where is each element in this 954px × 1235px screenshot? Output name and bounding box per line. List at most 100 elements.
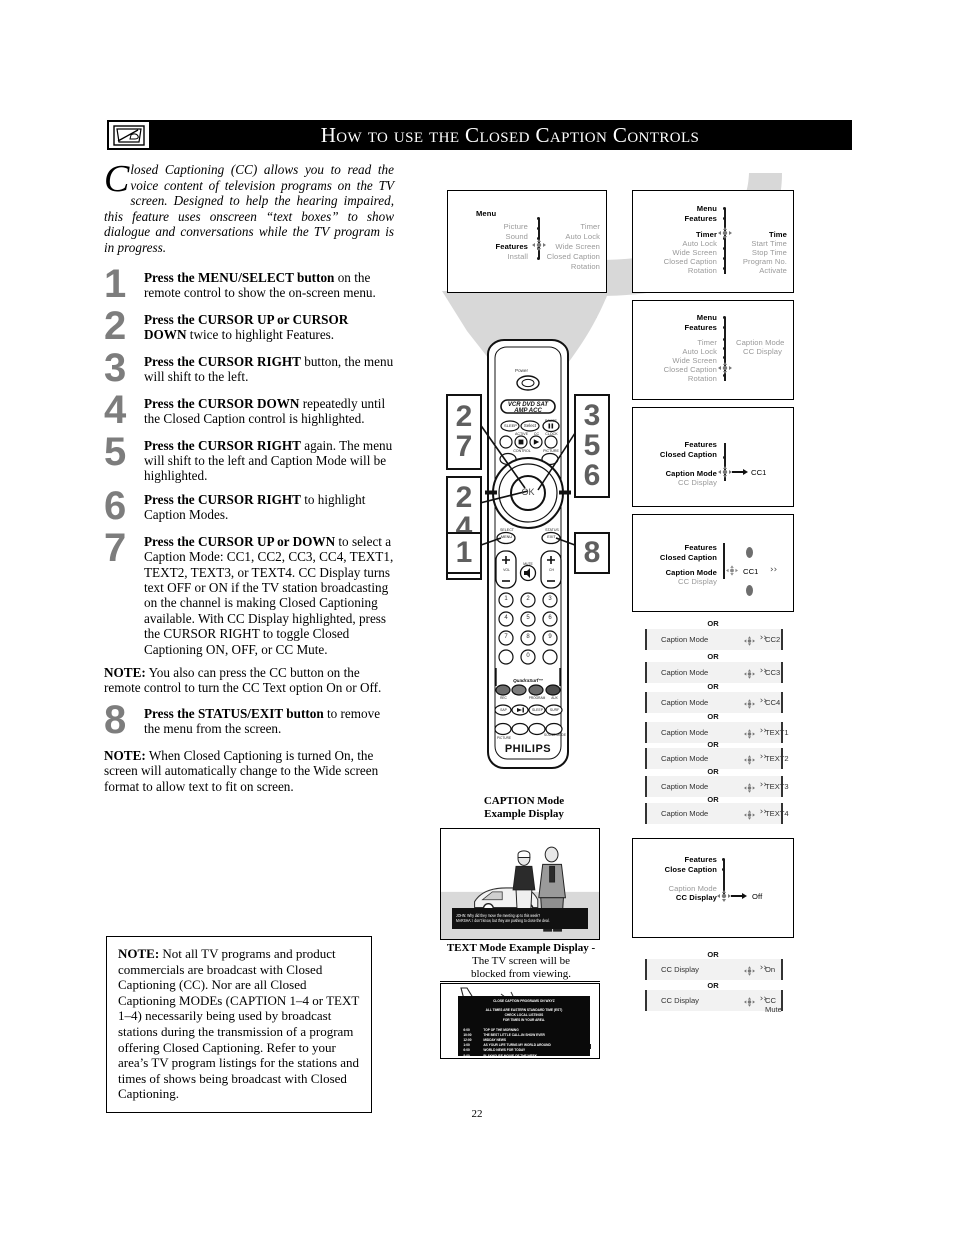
caption-mode-strip-cc3[interactable]: Caption Mode CC3 ››: [645, 662, 783, 683]
remote-picture-label: PICTURE: [543, 449, 559, 453]
double-arrow-icon: ››: [759, 696, 767, 706]
text-screen-subheading3: FOR TIMES IN YOUR AREA.: [502, 1018, 546, 1023]
osd-value-off: Off: [752, 892, 763, 901]
text-example-title-line2: The TV screen will be: [472, 955, 570, 967]
remote-select-label: Select: [523, 423, 537, 428]
note-label: NOTE:: [104, 747, 146, 763]
remote-sleep2-label: SLEEP: [532, 708, 543, 712]
divider: [440, 981, 600, 982]
boxed-note-text: Not all TV programs and product commerci…: [118, 946, 360, 1102]
remote-mute-label: MUTE: [523, 562, 533, 566]
osd-sub-activate: Activate: [759, 266, 787, 275]
step-text: Press the MENU/SELECT button on the remo…: [144, 270, 394, 301]
step-bold: Press the CURSOR RIGHT: [144, 353, 301, 369]
step-number: 5: [104, 429, 127, 474]
osd-value-cc1: CC1: [743, 567, 759, 576]
step-6: 6 Press the CURSOR RIGHT to highlight Ca…: [104, 486, 394, 526]
boxed-note: NOTE: Not all TV programs and product co…: [106, 936, 372, 1113]
step-5: 5 Press the CURSOR RIGHT again. The menu…: [104, 432, 394, 484]
caption-mode-strip-cc4[interactable]: Caption Mode CC4 ››: [645, 692, 783, 713]
callout-line: 5: [583, 429, 601, 462]
or-separator: OR: [707, 981, 719, 990]
step-2: 2 Press the CURSOR UP or CURSOR DOWN twi…: [104, 306, 394, 346]
text-example-title: TEXT Mode Example Display - The TV scree…: [436, 942, 606, 981]
nav-pad-icon: [744, 807, 755, 825]
osd-crumb-features: Features: [684, 323, 717, 332]
or-separator: OR: [707, 682, 719, 691]
step-7: 7 Press the CURSOR UP or DOWN to select …: [104, 528, 394, 657]
nav-pad-icon: [744, 633, 755, 651]
caption-mode-strip-text4[interactable]: Caption Mode TEXT4 ››: [645, 803, 789, 825]
remote-sleep-label: SLEEP: [504, 423, 517, 428]
or-separator: OR: [707, 652, 719, 661]
remote-key-6: 6: [548, 615, 552, 621]
cc-display-strip-ccmute[interactable]: CC Display CC Mute ››: [645, 990, 783, 1014]
strip-value: CC Mute: [765, 996, 782, 1014]
step-rest: twice to highlight Features.: [186, 326, 335, 342]
osd-crumb-features: Features: [684, 440, 717, 449]
nav-pad-icon: [744, 963, 755, 981]
remote-key-9: 9: [548, 634, 552, 640]
osd-item-ccdisplay: CC Display: [675, 893, 717, 902]
osd-screen-features: Menu Features Timer Auto Lock Wide Scree…: [632, 190, 794, 293]
callout-line: 1: [455, 536, 473, 569]
osd-screen-cc-display-off: Features Close Caption Caption Mode CC D…: [632, 838, 794, 938]
nav-pad-icon: [726, 565, 739, 578]
step-number: 3: [104, 345, 127, 390]
osd-item-rotation: Rotation: [687, 266, 717, 275]
step-bold: Press the STATUS/EXIT button: [144, 705, 324, 721]
double-arrow-icon: ››: [759, 807, 767, 817]
strip-label: CC Display: [661, 996, 699, 1005]
nav-pad-icon: [718, 466, 732, 479]
caption-example-title-line2: Example Display: [484, 808, 564, 820]
osd-item-widescreen: Wide Screen: [672, 356, 717, 365]
osd-crumb-features: Features: [684, 855, 717, 864]
osd-sub-timer: Timer: [580, 222, 600, 231]
text-example-title-line3: blocked from viewing.: [471, 968, 571, 980]
osd-value-cc1: CC1: [751, 468, 767, 477]
osd-item-autolock: Auto Lock: [682, 347, 717, 356]
step-number: 2: [104, 303, 127, 348]
osd-crumb-closedcaption: Closed Caption: [659, 553, 717, 562]
strip-value: CC2: [765, 635, 781, 644]
osd-sub-stoptime: Stop Time: [751, 248, 787, 257]
osd-item-captionmode: Caption Mode: [668, 884, 717, 893]
or-separator: OR: [707, 712, 719, 721]
remote-key-0: 0: [526, 653, 530, 659]
callout-2-7: 2 7: [446, 394, 482, 470]
step-1: 1 Press the MENU/SELECT button on the re…: [104, 264, 394, 304]
strip-label: Caption Mode: [661, 635, 709, 644]
tv-screen-hand-icon: [108, 121, 150, 149]
remote-brand-logo: PHILIPS: [504, 743, 552, 755]
caption-mode-strip-cc2[interactable]: Caption Mode CC2 ››: [645, 629, 783, 650]
osd-item-picture: Picture: [503, 222, 528, 231]
double-arrow-icon: ››: [759, 780, 767, 790]
remote-picture2-label: PICTURE: [497, 736, 511, 740]
caption-overlay-bar: JOHN: Why did they move the meeting up t…: [452, 908, 588, 930]
step-3: 3 Press the CURSOR RIGHT button, the men…: [104, 348, 394, 388]
step-bold: Press the MENU/SELECT button: [144, 269, 335, 285]
double-arrow-icon: ››: [759, 994, 767, 1004]
remote-status-label: STATUS: [545, 528, 559, 532]
callout-3-5-6: 3 5 6: [574, 394, 610, 498]
step-text: Press the CURSOR UP or DOWN to select a …: [144, 534, 394, 657]
remote-key-2: 2: [526, 596, 530, 602]
page-title: How to use the Closed Caption Controls: [320, 122, 700, 147]
osd-item-features: Features: [495, 242, 528, 251]
strip-label: CC Display: [661, 965, 699, 974]
caption-mode-strip-text2[interactable]: Caption Mode TEXT2 ››: [645, 748, 789, 769]
osd-sub-ccdisplay: CC Display: [743, 347, 782, 356]
strip-label: Caption Mode: [661, 668, 709, 677]
caption-mode-strip-text3[interactable]: Caption Mode TEXT3 ››: [645, 776, 789, 797]
strip-label: Caption Mode: [661, 809, 709, 818]
osd-screen-caption-mode-browse: Features Closed Caption Caption Mode CC …: [632, 514, 794, 612]
text-example-title-line1: TEXT Mode Example Display -: [446, 942, 596, 954]
osd-item-rotation: Rotation: [687, 374, 717, 383]
cc-display-strip-on[interactable]: CC Display On ››: [645, 959, 783, 980]
page-number: 22: [471, 1108, 483, 1120]
strip-value: CC3: [765, 668, 781, 677]
row-time: 8:00: [463, 1053, 470, 1058]
osd-item-captionmode: Caption Mode: [665, 469, 717, 478]
remote-program-label: PROGRAM: [528, 696, 546, 700]
strip-value: TEXT3: [765, 782, 789, 791]
